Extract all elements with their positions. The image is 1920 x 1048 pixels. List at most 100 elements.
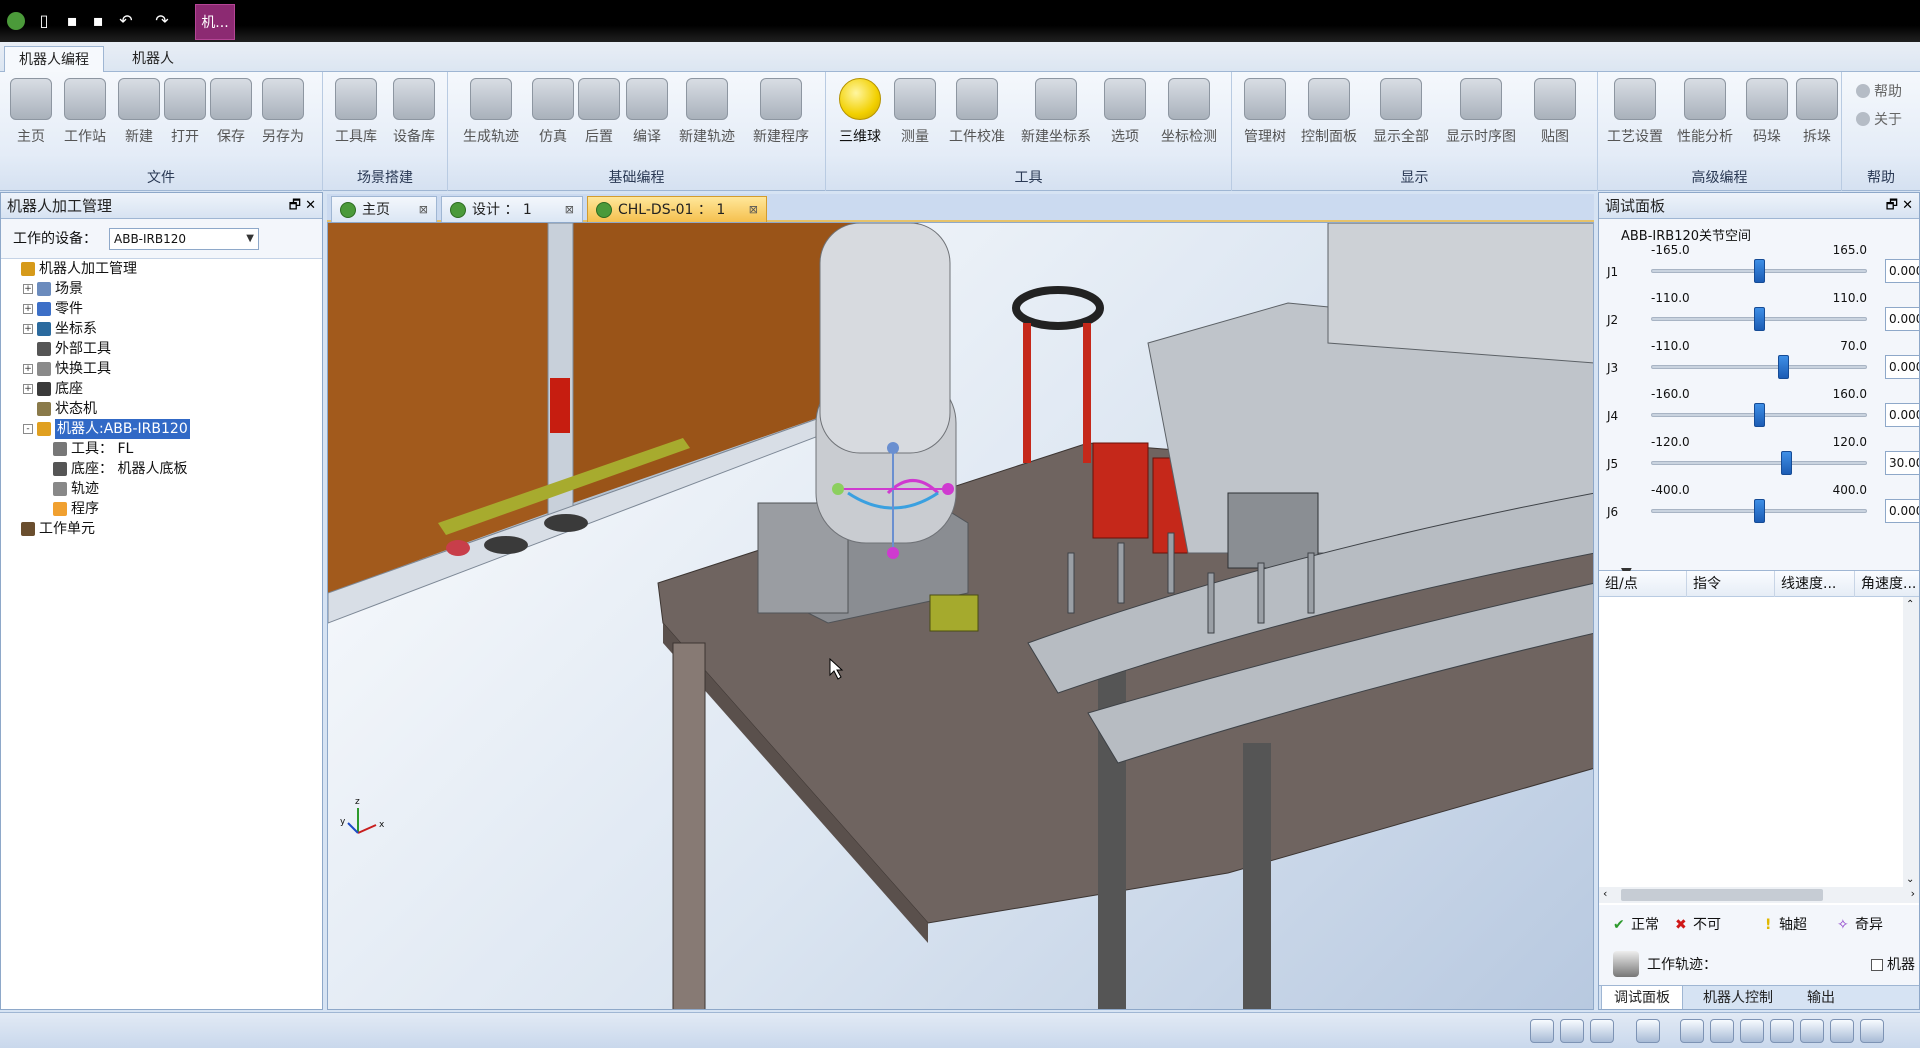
expand-icon[interactable]: + — [23, 324, 33, 334]
tab-home[interactable]: 主页 ⊠ — [331, 196, 437, 222]
tab-output[interactable]: 输出 — [1795, 986, 1847, 1009]
column-header-group-point[interactable]: 组/点 — [1599, 571, 1687, 597]
device-select[interactable]: ABB-IRB120 ▼ — [109, 228, 259, 250]
close-icon[interactable]: ✕ — [1902, 198, 1913, 213]
tree-node[interactable]: 工具： FL — [1, 439, 322, 459]
save-all-icon[interactable]: ▪ — [86, 9, 110, 33]
workpiece-calibration-button[interactable]: 工件校准 — [944, 78, 1010, 158]
undo-icon[interactable]: ↶ — [114, 9, 138, 33]
save-button[interactable]: 保存 — [208, 78, 254, 158]
ribbon-tab-robot-programming[interactable]: 机器人编程 — [4, 46, 104, 73]
scroll-down-icon[interactable]: ⌄ — [1906, 874, 1914, 885]
vertical-scrollbar[interactable]: ⌃ ⌄ — [1903, 597, 1919, 887]
new-file-icon[interactable]: ▯ — [32, 9, 56, 33]
workstation-button[interactable]: 工作站 — [58, 78, 112, 158]
gizmo-handle[interactable] — [887, 547, 899, 559]
joint-slider-thumb[interactable] — [1778, 355, 1789, 379]
close-tab-icon[interactable]: ⊠ — [749, 197, 758, 223]
new-program-button[interactable]: 新建程序 — [746, 78, 816, 158]
gizmo-handle[interactable] — [832, 483, 844, 495]
control-panel-button[interactable]: 控制面板 — [1296, 78, 1362, 158]
view-bottom-icon[interactable] — [1830, 1019, 1854, 1043]
joint-slider-thumb[interactable] — [1754, 499, 1765, 523]
tree-node[interactable]: + 场景 — [1, 279, 322, 299]
performance-analysis-button[interactable]: 性能分析 — [1672, 78, 1738, 158]
joint-slider-thumb[interactable] — [1754, 259, 1765, 283]
tab-robot-control[interactable]: 机器人控制 — [1691, 986, 1785, 1009]
tree-node[interactable]: + 零件 — [1, 299, 322, 319]
tab-design[interactable]: 设计 ： 1 ⊠ — [441, 196, 583, 222]
gizmo-handle[interactable] — [887, 442, 899, 454]
expand-icon[interactable]: + — [23, 284, 33, 294]
help-button[interactable]: 帮助 — [1856, 80, 1902, 104]
tab-chl-ds-01[interactable]: CHL-DS-01 ： 1 ⊠ — [587, 196, 767, 222]
measure-button[interactable]: 测量 — [892, 78, 938, 158]
ribbon-tab-robot[interactable]: 机器人 — [118, 46, 188, 73]
depalletize-button[interactable]: 拆垛 — [1794, 78, 1840, 158]
close-tab-icon[interactable]: ⊠ — [419, 197, 428, 223]
view-iso-icon[interactable] — [1860, 1019, 1884, 1043]
restore-icon[interactable]: 🗗 — [289, 198, 301, 213]
title-doc-tab[interactable]: 机... — [195, 4, 235, 40]
show-timing-diagram-button[interactable]: 显示时序图 — [1440, 78, 1522, 158]
tool-library-button[interactable]: 工具库 — [329, 78, 383, 158]
tree-node[interactable]: + 坐标系 — [1, 319, 322, 339]
scroll-up-icon[interactable]: ⌃ — [1906, 599, 1914, 610]
post-process-button[interactable]: 后置 — [576, 78, 622, 158]
tree-node[interactable]: 轨迹 — [1, 479, 322, 499]
process-settings-button[interactable]: 工艺设置 — [1602, 78, 1668, 158]
palletize-button[interactable]: 码垛 — [1744, 78, 1790, 158]
close-tab-icon[interactable]: ⊠ — [565, 197, 574, 223]
expand-icon[interactable]: + — [23, 364, 33, 374]
save-icon[interactable]: ▪ — [60, 9, 84, 33]
tree-node[interactable]: - 机器人:ABB-IRB120 — [1, 419, 322, 439]
gizmo-handle[interactable] — [942, 483, 954, 495]
about-button[interactable]: 关于 — [1856, 108, 1902, 132]
column-header-command[interactable]: 指令 — [1687, 571, 1775, 597]
column-header-angular-speed[interactable]: 角速度... — [1855, 571, 1919, 597]
expand-icon[interactable]: + — [23, 384, 33, 394]
home-button[interactable]: 主页 — [8, 78, 54, 158]
simulate-button[interactable]: 仿真 — [530, 78, 576, 158]
joint-value-input[interactable]: 0.000 — [1885, 259, 1919, 283]
view-top-icon[interactable] — [1800, 1019, 1824, 1043]
new-button[interactable]: 新建 — [116, 78, 162, 158]
device-library-button[interactable]: 设备库 — [387, 78, 441, 158]
robot-checkbox[interactable] — [1871, 959, 1883, 971]
tree-node[interactable]: 程序 — [1, 499, 322, 519]
view-left-icon[interactable] — [1740, 1019, 1764, 1043]
redo-icon[interactable]: ↷ — [150, 9, 174, 33]
view-back-icon[interactable] — [1710, 1019, 1734, 1043]
save-as-button[interactable]: 另存为 — [256, 78, 310, 158]
column-header-linear-speed[interactable]: 线速度... — [1775, 571, 1855, 597]
app-logo-icon[interactable] — [4, 9, 28, 33]
restore-icon[interactable]: 🗗 — [1886, 198, 1898, 213]
zoom-fit-icon[interactable] — [1560, 1019, 1584, 1043]
horizontal-scrollbar[interactable]: ‹ › — [1599, 887, 1919, 903]
new-path-button[interactable]: 新建轨迹 — [674, 78, 740, 158]
zoom-out-icon[interactable] — [1590, 1019, 1614, 1043]
tab-debug-panel[interactable]: 调试面板 — [1601, 986, 1683, 1009]
joint-value-input[interactable]: 0.000 — [1885, 499, 1919, 523]
tree-node[interactable]: + 底座 — [1, 379, 322, 399]
new-coordinate-system-button[interactable]: 新建坐标系 — [1016, 78, 1096, 158]
joint-slider-thumb[interactable] — [1754, 307, 1765, 331]
show-all-button[interactable]: 显示全部 — [1368, 78, 1434, 158]
joint-slider-track[interactable] — [1651, 461, 1867, 465]
render-mode-icon[interactable] — [1636, 1019, 1660, 1043]
tree-node[interactable]: 机器人加工管理 — [1, 259, 322, 279]
view-front-icon[interactable] — [1680, 1019, 1704, 1043]
joint-slider-thumb[interactable] — [1754, 403, 1765, 427]
coordinate-check-button[interactable]: 坐标检测 — [1156, 78, 1222, 158]
3d-viewport[interactable]: z x y — [327, 222, 1594, 1010]
texture-button[interactable]: 贴图 — [1532, 78, 1578, 158]
compile-button[interactable]: 编译 — [624, 78, 670, 158]
scroll-left-icon[interactable]: ‹ — [1603, 887, 1607, 900]
joint-value-input[interactable]: 30.000 — [1885, 451, 1919, 475]
scroll-right-icon[interactable]: › — [1911, 887, 1915, 900]
point-table-body[interactable] — [1599, 597, 1903, 887]
joint-value-input[interactable]: 0.000 — [1885, 355, 1919, 379]
open-button[interactable]: 打开 — [162, 78, 208, 158]
tree-node[interactable]: 底座： 机器人底板 — [1, 459, 322, 479]
joint-slider-thumb[interactable] — [1781, 451, 1792, 475]
